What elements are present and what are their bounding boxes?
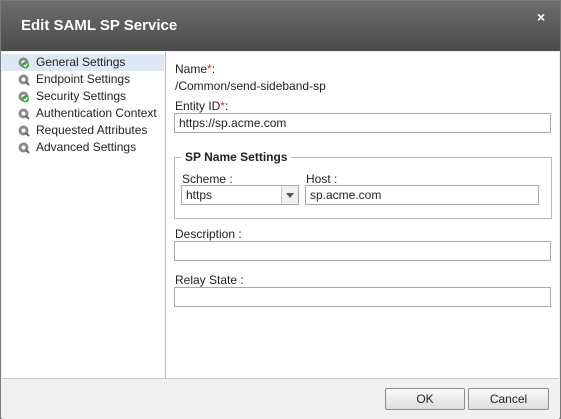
dialog-title: Edit SAML SP Service xyxy=(21,17,178,34)
sidebar-item-endpoint-settings[interactable]: Endpoint Settings xyxy=(2,71,164,88)
sidebar-nav: General Settings Endpoint Settings Secur… xyxy=(2,52,166,378)
sidebar-item-label: Advanced Settings xyxy=(36,140,137,154)
entity-id-label-text: Entity ID xyxy=(175,99,221,113)
edit-saml-sp-dialog: Edit SAML SP Service × General Settings … xyxy=(0,0,561,419)
host-label: Host : xyxy=(306,172,338,186)
label-colon: : xyxy=(225,99,229,113)
scheme-label: Scheme : xyxy=(182,172,233,186)
cancel-button[interactable]: Cancel xyxy=(468,388,549,410)
sidebar-item-authentication-context[interactable]: Authentication Context xyxy=(2,105,164,122)
close-icon[interactable]: × xyxy=(537,9,545,25)
sidebar-item-label: Endpoint Settings xyxy=(36,72,131,86)
name-value: /Common/send-sideband-sp xyxy=(175,79,326,93)
dialog-footer: OK Cancel xyxy=(2,378,559,419)
sidebar-item-advanced-settings[interactable]: Advanced Settings xyxy=(2,139,164,156)
relay-state-input[interactable] xyxy=(174,287,551,307)
gear-icon xyxy=(18,108,30,120)
relay-state-label: Relay State : xyxy=(175,273,244,287)
label-colon: : xyxy=(211,62,216,76)
gear-icon xyxy=(18,74,30,86)
sp-name-settings-group: SP Name Settings Scheme : https Host : xyxy=(174,150,552,219)
ok-button[interactable]: OK xyxy=(385,388,465,410)
sidebar-item-label: General Settings xyxy=(36,55,126,69)
sidebar-item-label: Requested Attributes xyxy=(36,123,148,137)
sidebar-item-label: Authentication Context xyxy=(36,106,157,120)
name-label-text: Name xyxy=(175,62,208,76)
check-gear-icon xyxy=(18,57,29,69)
general-settings-panel: Name*: /Common/send-sideband-sp Entity I… xyxy=(166,52,559,378)
description-input[interactable] xyxy=(174,241,551,261)
entity-id-label: Entity ID*: xyxy=(175,99,228,113)
check-gear-icon xyxy=(18,91,29,103)
sidebar-item-general-settings[interactable]: General Settings xyxy=(2,54,164,71)
scheme-selected-value: https xyxy=(186,188,213,202)
scheme-select[interactable]: https xyxy=(181,185,299,205)
sidebar-item-security-settings[interactable]: Security Settings xyxy=(2,88,164,105)
dialog-content: General Settings Endpoint Settings Secur… xyxy=(2,52,559,378)
sp-name-settings-legend: SP Name Settings xyxy=(181,150,292,164)
host-input[interactable] xyxy=(305,185,539,205)
sidebar-item-label: Security Settings xyxy=(36,89,127,103)
dialog-titlebar: Edit SAML SP Service × xyxy=(1,1,560,51)
gear-icon xyxy=(18,142,30,154)
gear-icon xyxy=(18,125,30,137)
chevron-down-icon[interactable] xyxy=(281,186,298,204)
name-label: Name*: xyxy=(175,62,215,76)
description-label: Description : xyxy=(175,227,242,241)
sidebar-item-requested-attributes[interactable]: Requested Attributes xyxy=(2,122,164,139)
entity-id-input[interactable] xyxy=(174,113,551,133)
